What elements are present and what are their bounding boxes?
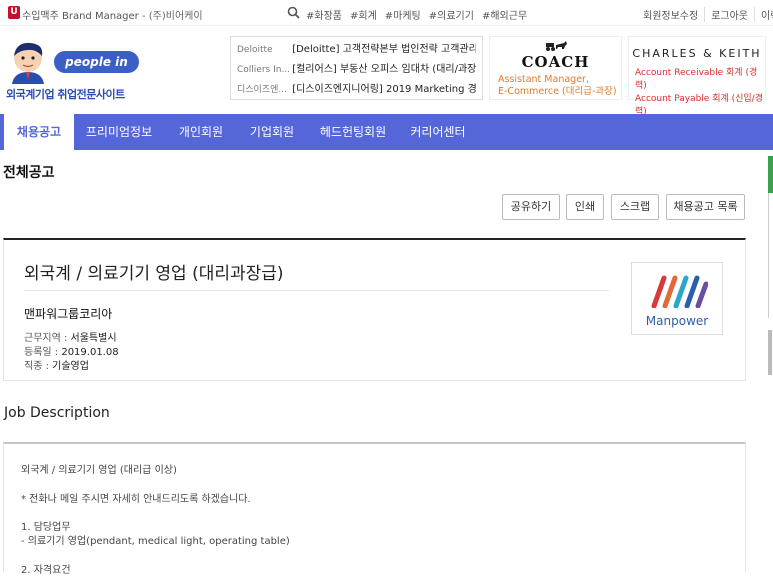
hashtag-link[interactable]: #마케팅 [385,7,421,22]
horse-carriage-icon [546,41,567,51]
nav-tab-career[interactable]: 커리어센터 [403,114,473,150]
category-label: 직종 : [24,361,53,372]
jd-line: - 의료기기 영업(pendant, medical light, operat… [21,536,290,547]
nav-tab-headhunting[interactable]: 헤드헌팅회원 [312,114,394,150]
company-logo[interactable]: Manpower [631,262,723,335]
edit-profile-link[interactable]: 회원정보수정 [643,7,704,22]
nav-tab-personal[interactable]: 개인회원 [170,114,232,150]
nav-tab-jobs[interactable]: 채용공고 [4,114,74,150]
hashtag-list: #화장품 #회계 #마케팅 #의료기기 #해외근무 [306,7,527,22]
top-bar: U 수입맥주 Brand Manager - (주)비어케이 #화장품 #회계 … [0,0,773,26]
site-logo[interactable]: people in job 외국계기업 취업전문사이트 [4,38,139,108]
logo-brand-text: people in job [54,51,139,91]
site-header: people in job 외국계기업 취업전문사이트 Deloitte [De… [0,26,773,117]
manpower-logo-icon [651,275,708,308]
company-name[interactable]: 맨파워그룹코리아 [24,305,112,322]
news-company: Colliers In... [237,65,289,75]
search-icon[interactable] [287,6,300,19]
ck-brand: CHARLES & KEITH [632,47,762,60]
ck-position: Account Receivable 회계 (경력) Account Payab… [635,67,765,119]
category-value: 기술영업 [52,361,89,372]
print-button[interactable]: 인쇄 [566,194,604,220]
logo-tagline: 외국계기업 취업전문사이트 [6,88,125,101]
coach-position: Assistant Manager, E-Commerce (대리급-과장) [498,74,617,98]
page-title: 전체공고 [3,165,55,181]
hashtag-link[interactable]: #화장품 [306,7,342,22]
job-description-heading: Job Description [4,405,110,421]
mascot-icon [12,42,44,84]
promo-company: - (주)비어케이 [138,11,203,22]
title-divider [24,290,609,291]
jd-line: 1. 담당업무 [21,522,71,533]
job-list-button[interactable]: 채용공고 목록 [666,194,745,220]
manpower-logo-text: Manpower [645,314,709,328]
action-buttons: 공유하기 인쇄 스크랩 채용공고 목록 [0,194,773,220]
logout-link[interactable]: 로그아웃 [704,7,754,22]
ck-position-line1: Account Receivable 회계 (경력) [635,68,758,91]
main-nav: 채용공고 프리미엄정보 개인회원 기업회원 헤드헌팅회원 커리어센터 [0,114,773,150]
job-date: 등록일 : 2019.01.08 [24,343,119,358]
hashtag-link[interactable]: #회계 [350,7,377,22]
news-company: 디스이즈엔... [237,85,287,95]
coach-position-line1: Assistant Manager, [498,74,589,85]
jd-line: * 전화나 메일 주시면 자세히 안내드리도록 하겠습니다. [21,494,251,505]
site-badge-icon: U [8,6,20,19]
job-description-body: 외국계 / 의료기기 영업 (대리급 이상) * 전화나 메일 주시면 자세히 … [3,442,746,576]
job-summary-card: 외국계 / 의료기기 영업 (대리과장급) 맨파워그룹코리아 근무지역 : 서울… [3,238,746,381]
job-title: 외국계 / 의료기기 영업 (대리과장급) [24,264,284,284]
hashtag-link[interactable]: #해외근무 [482,7,527,22]
hashtag-link[interactable]: #의료기기 [429,7,474,22]
jd-line: 2. 자격요건 [21,565,71,576]
share-button[interactable]: 공유하기 [502,194,560,220]
news-company: Deloitte [237,45,273,55]
charles-keith-banner-ad[interactable]: CHARLES & KEITH Account Receivable 회계 (경… [628,36,766,117]
news-title: [컬리어스] 부동산 오피스 임대차 (대리/과장... [292,64,476,75]
job-location: 근무지역 : 서울특별시 [24,329,117,344]
coach-banner-ad[interactable]: COACH Assistant Manager, E-Commerce (대리급… [489,36,622,100]
news-item[interactable]: 디스이즈엔... [디스이즈엔지니어링] 2019 Marketing 경... [237,80,476,100]
nav-tab-premium[interactable]: 프리미엄정보 [80,114,158,150]
jd-line: 외국계 / 의료기기 영업 (대리급 이상) [21,465,177,476]
nav-tab-corporate[interactable]: 기업회원 [241,114,303,150]
job-category: 직종 : 기술영업 [24,357,89,372]
side-indicator [768,156,773,193]
news-title: [디스이즈엔지니어링] 2019 Marketing 경... [292,84,476,95]
scrollbar-thumb[interactable] [768,330,772,375]
promo-title: 수입맥주 Brand Manager [22,11,139,22]
news-title: [Deloitte] 고객전략본부 법인전략 고객관리 Ma... [292,44,476,55]
user-links: 회원정보수정 로그아웃 이력서 [643,7,773,22]
coach-position-line2: E-Commerce (대리급-과장) [498,86,617,97]
news-item[interactable]: Colliers In... [컬리어스] 부동산 오피스 임대차 (대리/과장… [237,60,476,80]
news-ticker: Deloitte [Deloitte] 고객전략본부 법인전략 고객관리 Ma.… [230,36,483,100]
news-item[interactable]: Deloitte [Deloitte] 고객전략본부 법인전략 고객관리 Ma.… [237,40,476,60]
coach-brand: COACH [521,53,590,71]
scrap-button[interactable]: 스크랩 [611,194,659,220]
resume-link[interactable]: 이력서 [754,7,773,22]
promo-link[interactable]: 수입맥주 Brand Manager - (주)비어케이 [22,7,203,22]
